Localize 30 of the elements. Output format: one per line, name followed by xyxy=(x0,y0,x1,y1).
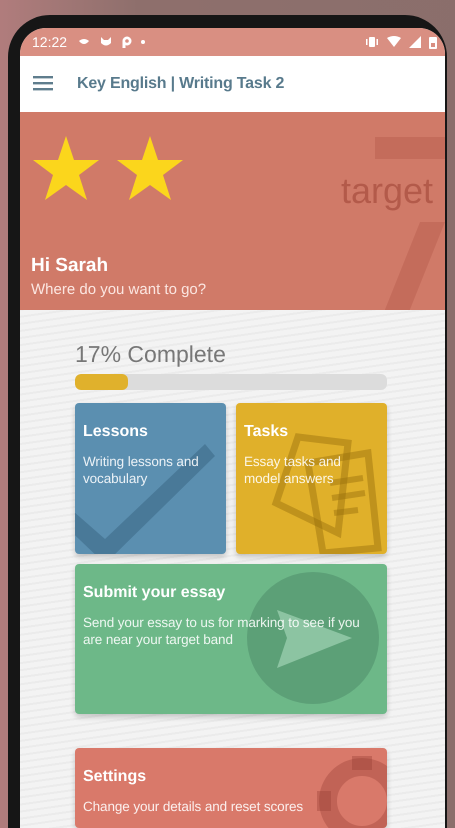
menu-card[interactable]: Settings Change your details and reset scores xyxy=(75,748,387,828)
star-icon xyxy=(31,134,101,202)
menu-card[interactable]: Submit your essay Send your essay to us for marking to see if you are near your target band xyxy=(75,564,387,714)
card-description: Writing lessons and vocabulary xyxy=(83,453,200,487)
notification-icon xyxy=(121,36,134,48)
menu-card[interactable]: Tasks Essay tasks and model answers xyxy=(236,403,387,554)
subtitle: Where do you want to go? xyxy=(31,281,208,298)
card-description: Essay tasks and model answers xyxy=(244,453,342,487)
card-description: Send your essay to us for marking to see if you are near your target band xyxy=(83,614,361,648)
menu-button[interactable] xyxy=(33,76,53,92)
battery-icon xyxy=(429,36,437,49)
signal-icon xyxy=(409,36,421,48)
wifi-icon xyxy=(387,36,401,48)
dot-icon xyxy=(141,40,146,44)
star-icon xyxy=(115,134,185,202)
card-title: Lessons xyxy=(83,423,149,441)
progress-label: 17% Complete xyxy=(75,340,227,368)
status-time: 12:22 xyxy=(32,34,68,50)
menu-icon xyxy=(33,76,53,92)
card-title: Tasks xyxy=(244,423,290,441)
card-description: Change your details and reset scores xyxy=(83,798,304,815)
vibrate-icon xyxy=(365,36,379,48)
card-title: Settings xyxy=(83,768,148,786)
card-title: Submit your essay xyxy=(83,584,226,602)
notification-icon xyxy=(99,36,114,48)
backdrop-bar xyxy=(375,136,445,159)
app-title: Key English | Writing Task 2 xyxy=(77,74,284,93)
greeting: Hi Sarah xyxy=(31,255,110,277)
menu-card[interactable]: Lessons Writing lessons and vocabulary xyxy=(75,403,226,554)
checkmark-icon xyxy=(75,444,215,554)
